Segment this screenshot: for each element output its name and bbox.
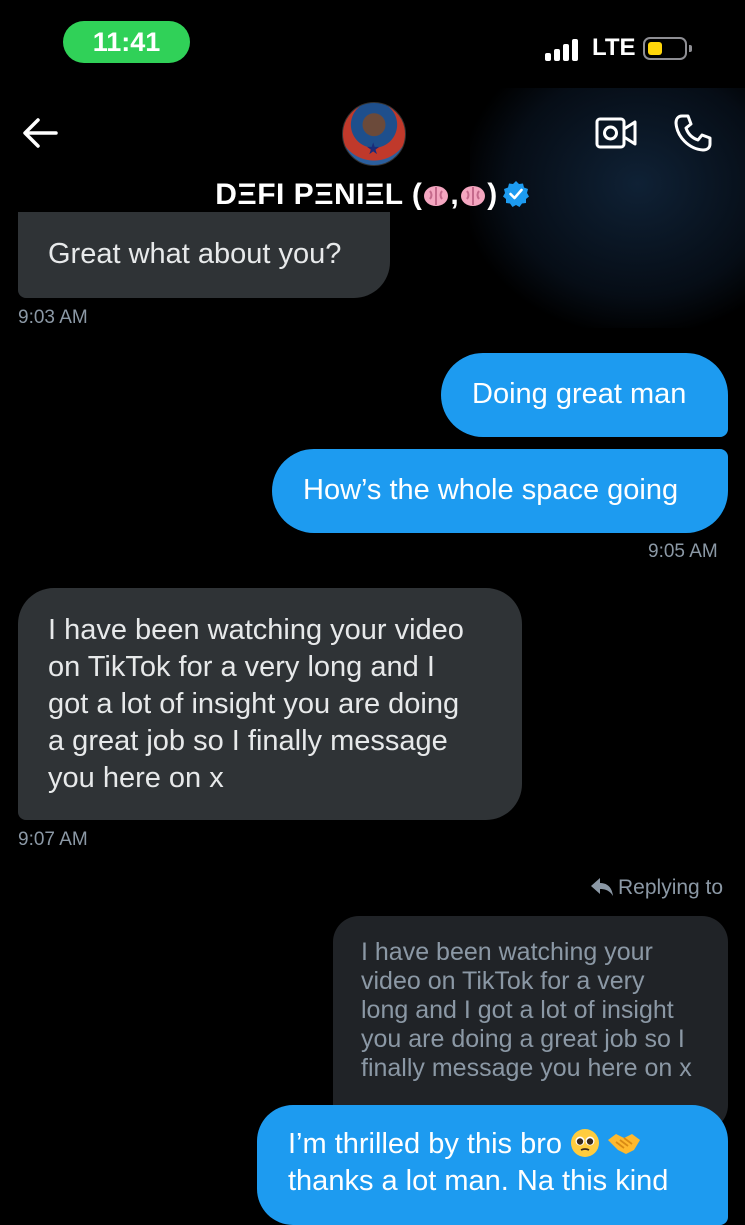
verified-badge-icon: [502, 181, 529, 207]
contact-name[interactable]: DΞFI PΞNIΞL ( , ): [0, 178, 745, 212]
reply-arrow-icon: [591, 878, 613, 896]
message-timestamp: 9:05 AM: [648, 541, 718, 562]
message-text-line: I’m thrilled by this bro: [288, 1126, 698, 1163]
back-arrow-icon: [23, 118, 58, 148]
video-call-button[interactable]: [594, 116, 638, 150]
message-text-line: I have been watching your video: [48, 614, 464, 646]
outgoing-message-bubble[interactable]: How’s the whole space going: [272, 449, 728, 533]
pleading-face-emoji-icon: [571, 1129, 600, 1157]
message-timestamp: 9:03 AM: [18, 307, 88, 328]
message-text-line: you here on x: [48, 762, 224, 794]
conversation-header: ★ DΞFI PΞNIΞL ( , ): [0, 88, 745, 328]
battery-level: [648, 42, 662, 55]
battery-icon: [643, 37, 692, 60]
message-text: Great what about you?: [48, 238, 342, 270]
replying-to-text: Replying to: [618, 876, 724, 899]
message-text-line: got a lot of insight you are doing: [48, 688, 460, 720]
contact-name-text: DΞFI PΞNIΞL (: [215, 178, 423, 211]
brain-emoji-icon: [461, 186, 486, 206]
contact-avatar[interactable]: ★: [342, 102, 406, 166]
video-camera-icon: [595, 117, 637, 149]
signal-strength-icon: [545, 37, 585, 61]
message-text: How’s the whole space going: [303, 474, 679, 506]
replying-to-label: Replying to: [590, 876, 723, 900]
quoted-text-line: long and I got a lot of insight: [361, 996, 674, 1024]
network-label: LTE: [592, 34, 636, 61]
back-button[interactable]: [20, 108, 60, 158]
quoted-text-line: video on TikTok for a very: [361, 967, 645, 995]
quoted-text-line: finally message you here on x: [361, 1054, 692, 1082]
message-text-line: thanks a lot man. Na this kind: [288, 1165, 669, 1197]
message-text: Doing great man: [472, 378, 687, 410]
message-text-line: on TikTok for a very long and I: [48, 651, 435, 683]
message-text-line: a great job so I finally message: [48, 725, 448, 757]
outgoing-message-bubble[interactable]: I’m thrilled by this bro thanks a lot ma…: [257, 1105, 728, 1225]
message-text: I’m thrilled by this bro: [288, 1128, 562, 1160]
incoming-message-bubble[interactable]: Great what about you?: [18, 212, 390, 298]
handshake-emoji-icon: [608, 1134, 641, 1154]
phone-icon: [674, 114, 712, 152]
name-separator: ,: [450, 178, 460, 211]
brain-emoji-icon: [424, 186, 449, 206]
audio-call-button[interactable]: [672, 112, 714, 154]
incoming-message-bubble[interactable]: I have been watching your video on TikTo…: [18, 588, 522, 820]
status-bar: 11:41 LTE: [0, 0, 745, 88]
message-timestamp: 9:07 AM: [18, 829, 88, 850]
name-suffix: ): [487, 178, 498, 211]
quoted-text-line: you are doing a great job so I: [361, 1025, 685, 1053]
quoted-text-line: I have been watching your: [361, 938, 653, 966]
status-time: 11:41: [63, 21, 190, 63]
outgoing-message-bubble[interactable]: Doing great man: [441, 353, 728, 437]
quoted-message[interactable]: I have been watching your video on TikTo…: [333, 916, 728, 1131]
